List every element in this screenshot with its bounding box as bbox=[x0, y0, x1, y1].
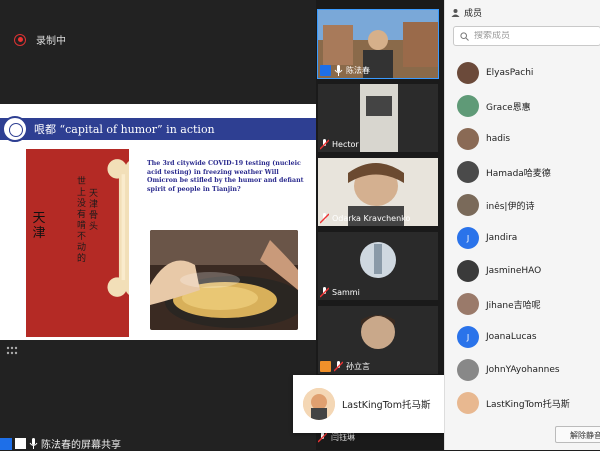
mic-muted-icon bbox=[320, 286, 329, 298]
mic-icon bbox=[29, 438, 38, 449]
member-item[interactable]: Jihane吉哈呢 bbox=[457, 291, 541, 317]
slide-body-text: The 3rd citywide COVID-19 testing (nucle… bbox=[147, 160, 304, 193]
panel-header: 成员 bbox=[451, 6, 482, 19]
participant-name: Sammi bbox=[332, 287, 360, 297]
recording-indicator[interactable]: 录制中 bbox=[14, 32, 66, 47]
video-tile[interactable]: Sammi bbox=[318, 232, 438, 300]
member-name: Grace恩惠 bbox=[486, 102, 531, 113]
avatar bbox=[457, 293, 479, 315]
member-item[interactable]: inês|伊的诗 bbox=[457, 192, 534, 218]
avatar: J bbox=[457, 326, 479, 348]
member-name: ElyasPachi bbox=[486, 68, 534, 78]
recording-label: 录制中 bbox=[36, 36, 66, 47]
member-name: JohnYAyohannes bbox=[486, 365, 560, 375]
member-item[interactable]: JasmineHAO bbox=[457, 258, 541, 284]
speaker-popup[interactable]: LastKingTom托马斯 bbox=[293, 375, 444, 433]
member-item[interactable]: J Jandira bbox=[457, 225, 517, 251]
avatar bbox=[457, 260, 479, 282]
user-badge-icon bbox=[320, 360, 331, 372]
pancake-photo bbox=[150, 230, 298, 330]
member-item[interactable]: JohnYAyohannes bbox=[457, 357, 560, 383]
video-tile-partial[interactable]: 闫钰琳 bbox=[318, 432, 355, 443]
mic-muted-icon bbox=[318, 432, 327, 443]
participant-name: 陈法春 bbox=[346, 65, 370, 75]
page-indicator-icon bbox=[6, 346, 18, 355]
member-name: Jandira bbox=[486, 233, 518, 243]
member-item[interactable]: Hamada哈麦德 bbox=[457, 159, 551, 185]
video-name-bar: Odarka Kravchenko bbox=[320, 211, 410, 225]
avatar bbox=[457, 194, 479, 216]
slide-title: 哏都 “capital of humor” in action bbox=[34, 123, 215, 136]
member-name: JasmineHAO bbox=[486, 266, 542, 276]
video-name-bar: Sammi bbox=[320, 285, 360, 299]
member-item[interactable]: J JoanaLucas bbox=[457, 324, 537, 350]
avatar bbox=[457, 62, 479, 84]
mic-muted-icon bbox=[334, 360, 343, 372]
unmute-all-button[interactable]: 解除静音 bbox=[555, 426, 600, 443]
panel-title: 成员 bbox=[464, 9, 483, 19]
university-logo bbox=[2, 116, 28, 142]
screen-share-bar[interactable]: 陈法春的屏幕共享 bbox=[0, 437, 121, 451]
video-tile[interactable]: 孙立言 bbox=[318, 306, 438, 374]
popup-name: LastKingTom托马斯 bbox=[342, 400, 431, 411]
video-tile[interactable]: Hector bbox=[318, 84, 438, 152]
video-name-bar: 孙立言 bbox=[320, 359, 370, 373]
search-icon bbox=[460, 31, 469, 41]
member-name: hadis bbox=[486, 134, 511, 144]
user-icon bbox=[451, 9, 460, 17]
member-item[interactable]: Grace恩惠 bbox=[457, 93, 531, 119]
mic-muted-icon bbox=[320, 212, 329, 224]
participant-name: Hector bbox=[332, 139, 359, 149]
avatar: J bbox=[457, 227, 479, 249]
member-item[interactable]: hadis bbox=[457, 126, 510, 152]
mic-icon bbox=[334, 64, 343, 76]
member-search[interactable] bbox=[453, 26, 600, 46]
avatar bbox=[457, 392, 479, 414]
record-icon bbox=[14, 33, 26, 46]
mic-muted-icon bbox=[320, 138, 329, 150]
video-tile-presenter[interactable]: 陈法春 bbox=[317, 9, 439, 79]
poster-calligraphy-1: 世上没有啃不动的 bbox=[76, 177, 86, 264]
host-badge-icon bbox=[320, 64, 331, 76]
video-tile[interactable]: Odarka Kravchenko bbox=[318, 158, 438, 226]
participant-name: 孙立言 bbox=[346, 361, 370, 371]
screen-share-label: 陈法春的屏幕共享 bbox=[41, 440, 121, 451]
participant-name: 闫钰琳 bbox=[331, 433, 355, 442]
avatar bbox=[457, 128, 479, 150]
video-name-bar: 陈法春 bbox=[320, 63, 370, 77]
bone-poster-image: 世上没有啃不动的 天津 天津骨头 bbox=[26, 149, 129, 337]
video-name-bar: Hector bbox=[320, 137, 359, 151]
member-name: JoanaLucas bbox=[486, 332, 537, 342]
presentation-slide: 哏都 “capital of humor” in action 世上没有啃不动的… bbox=[0, 104, 316, 340]
member-name: Hamada哈麦德 bbox=[486, 168, 551, 179]
avatar bbox=[457, 161, 479, 183]
member-name: inês|伊的诗 bbox=[486, 201, 535, 212]
poster-calligraphy-2: 天津 bbox=[32, 211, 46, 241]
avatar bbox=[303, 388, 335, 420]
avatar bbox=[457, 359, 479, 381]
members-panel: 成员 ElyasPachi Grace恩惠 hadis Hamada哈麦德 inês|伊… bbox=[444, 0, 600, 450]
user-badge-icon bbox=[0, 437, 12, 450]
share-icon bbox=[15, 438, 26, 449]
member-name: Jihane吉哈呢 bbox=[486, 300, 541, 311]
member-item[interactable]: LastKingTom托马斯 bbox=[457, 390, 570, 416]
avatar bbox=[457, 95, 479, 117]
search-input[interactable] bbox=[474, 31, 584, 41]
participant-name: Odarka Kravchenko bbox=[332, 213, 411, 223]
poster-calligraphy-3: 天津骨头 bbox=[88, 189, 98, 232]
member-item[interactable]: ElyasPachi bbox=[457, 60, 533, 86]
shared-screen-area: 录制中 哏都 “capital of humor” in action 世上没有… bbox=[0, 0, 316, 451]
member-name: LastKingTom托马斯 bbox=[486, 399, 570, 410]
